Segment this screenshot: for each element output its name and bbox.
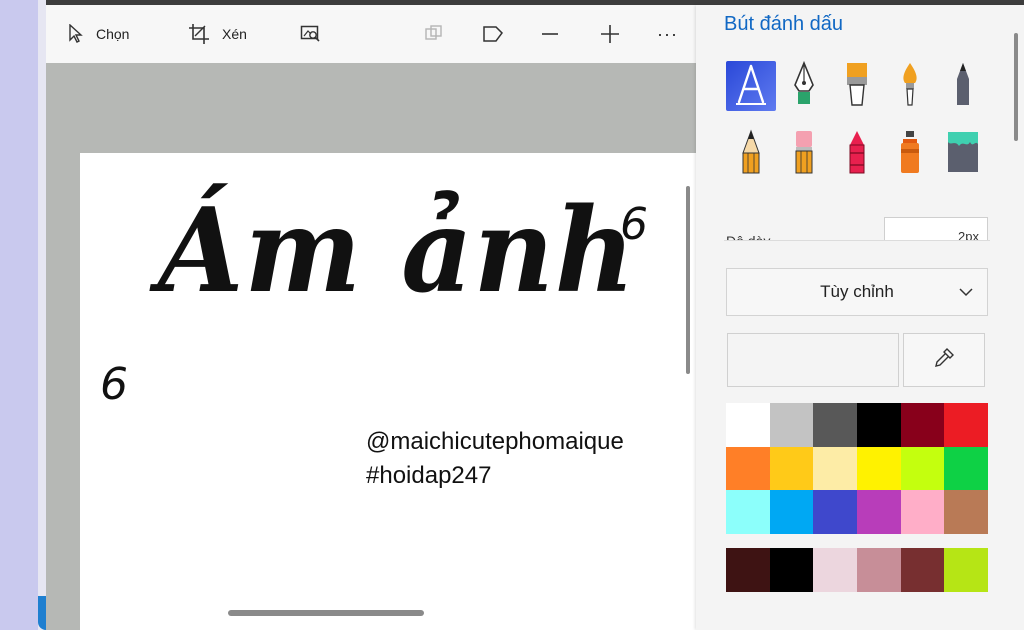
tool-marker[interactable] [726, 61, 776, 111]
calligraphy-pen-icon [789, 60, 819, 112]
recent-color-swatch[interactable] [813, 548, 857, 592]
color-swatch[interactable] [813, 403, 857, 447]
3d-library-button[interactable] [424, 5, 444, 63]
recent-color-swatch[interactable] [944, 548, 988, 592]
vertical-scrollbar[interactable] [686, 186, 690, 374]
tool-calligraphy-pen[interactable] [779, 60, 829, 112]
tool-watercolor[interactable] [885, 61, 935, 111]
top-toolbar: Chọn Xén ··· [46, 5, 696, 63]
crop-button[interactable]: Xén [188, 5, 247, 63]
panel-title: Bút đánh dấu [724, 13, 843, 35]
handwritten-title: Ám ảnh [158, 183, 636, 319]
signature-line-2: #hoidap247 [366, 462, 492, 489]
brush-style-dropdown[interactable]: Tùy chỉnh [726, 268, 988, 316]
color-swatch[interactable] [726, 446, 770, 491]
color-swatch[interactable] [944, 490, 988, 534]
handwritten-mark-right: 6 [620, 199, 648, 250]
crayon-icon [845, 129, 869, 180]
tool-eraser[interactable] [779, 129, 829, 179]
3d-shapes-icon [424, 24, 444, 44]
color-swatch[interactable] [813, 490, 857, 534]
chevron-down-icon [957, 283, 975, 306]
colored-pencil-icon [739, 129, 763, 180]
marker-icon [733, 62, 769, 111]
crop-label: Xén [222, 26, 247, 42]
color-swatch[interactable] [769, 490, 814, 534]
thickness-input[interactable]: 2px [884, 217, 988, 240]
sticker-icon [482, 24, 504, 44]
recent-color-swatch[interactable] [726, 548, 770, 592]
tool-crayon[interactable] [832, 129, 882, 179]
magic-select-icon [300, 24, 322, 44]
magic-select-button[interactable] [300, 5, 322, 63]
eyedropper-button[interactable] [903, 333, 985, 387]
color-swatch[interactable] [726, 403, 770, 447]
color-swatch[interactable] [944, 446, 988, 491]
drawing-canvas[interactable]: Ám ảnh 6 6 @maichicutephomaique #hoidap2… [80, 153, 696, 630]
color-swatch[interactable] [769, 446, 814, 491]
color-swatch[interactable] [813, 446, 857, 491]
handwritten-mark-left: 6 [100, 359, 128, 410]
select-button[interactable]: Chọn [68, 5, 129, 63]
tool-oil-brush[interactable] [832, 61, 882, 111]
color-swatch[interactable] [900, 403, 945, 447]
signature-line-1: @maichicutephomaique [366, 428, 624, 455]
recent-color-swatch[interactable] [856, 548, 901, 592]
horizontal-scrollbar[interactable] [228, 610, 424, 616]
color-swatch[interactable] [856, 490, 901, 534]
tool-pencil[interactable] [938, 61, 988, 111]
thickness-row: Độ dày 2px [724, 217, 990, 241]
fill-bucket-icon [945, 130, 981, 179]
crop-icon [188, 23, 210, 45]
tool-colored-pencil[interactable] [726, 129, 776, 179]
watercolor-brush-icon [897, 61, 923, 112]
color-swatch[interactable] [856, 403, 901, 447]
color-swatch[interactable] [769, 403, 814, 447]
color-swatch[interactable] [944, 403, 988, 447]
zoom-out-button[interactable] [540, 5, 560, 63]
more-icon: ··· [657, 23, 678, 44]
select-label: Chọn [96, 26, 130, 42]
recent-color-swatch[interactable] [900, 548, 945, 592]
more-options-button[interactable]: ··· [657, 5, 678, 63]
canvas-area[interactable]: Ám ảnh 6 6 @maichicutephomaique #hoidap2… [46, 63, 696, 630]
recent-colors [726, 548, 988, 592]
tool-fill-bucket[interactable] [938, 129, 988, 179]
eyedropper-icon [933, 347, 955, 374]
current-color-preview[interactable] [727, 333, 899, 387]
brush-tool-grid [726, 60, 988, 185]
color-palette [726, 403, 988, 534]
pencil-icon [952, 61, 974, 112]
brushes-panel: Bút đánh dấu Độ dày 2px Tùy chỉnh [696, 5, 1024, 630]
tool-spray-can[interactable] [885, 129, 935, 179]
spray-can-icon [897, 129, 923, 180]
oil-brush-icon [842, 61, 872, 112]
sticker-button[interactable] [482, 5, 504, 63]
panel-scrollbar[interactable] [1014, 33, 1018, 141]
minus-icon [540, 24, 560, 44]
zoom-in-button[interactable] [599, 5, 621, 63]
color-swatch[interactable] [900, 490, 945, 534]
color-swatch[interactable] [726, 490, 770, 534]
cursor-arrow-icon [68, 24, 84, 44]
eraser-icon [792, 129, 816, 180]
color-swatch[interactable] [900, 446, 945, 491]
dropdown-value: Tùy chỉnh [820, 282, 894, 301]
thickness-label: Độ dày [726, 233, 771, 241]
plus-icon [599, 23, 621, 45]
recent-color-swatch[interactable] [769, 548, 814, 592]
color-swatch[interactable] [856, 446, 901, 491]
